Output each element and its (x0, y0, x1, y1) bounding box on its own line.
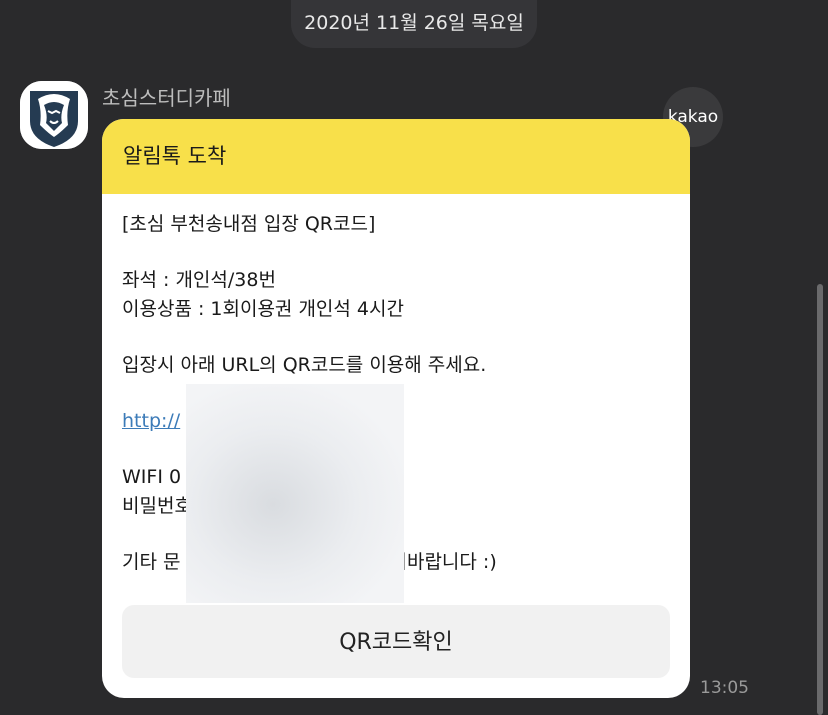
date-divider: 2020년 11월 26일 목요일 (291, 0, 537, 48)
lion-logo-icon (20, 81, 88, 149)
card-header: 알림톡 도착 (102, 119, 690, 194)
qr-code-confirm-button[interactable]: QR코드확인 (122, 605, 670, 678)
contact-prefix: 기타 문 (122, 551, 181, 573)
seat-line: 좌석 : 개인석/38번 (122, 269, 276, 291)
message-timestamp: 13:05 (700, 678, 749, 698)
redacted-blur (186, 384, 404, 603)
sender-name: 초심스터디카페 (102, 86, 231, 110)
qr-url-link[interactable]: http:// (122, 410, 180, 432)
card-title-line: [초심 부천송내점 입장 QR코드] (122, 213, 376, 235)
sender-avatar[interactable] (20, 81, 88, 149)
instruction-line: 입장시 아래 URL의 QR코드를 이용해 주세요. (122, 354, 487, 376)
product-line: 이용상품 : 1회이용권 개인석 4시간 (122, 298, 404, 320)
scrollbar-thumb[interactable] (817, 284, 823, 715)
